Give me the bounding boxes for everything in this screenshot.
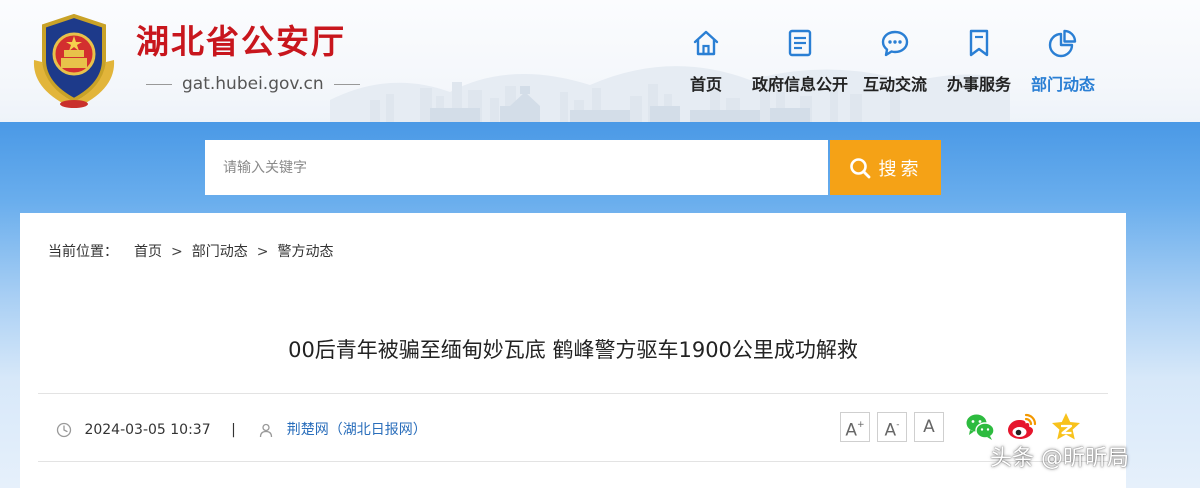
home-icon bbox=[693, 30, 719, 56]
pie-chart-icon bbox=[1048, 29, 1077, 58]
divider bbox=[38, 461, 1108, 462]
domain-right-dash bbox=[333, 83, 360, 85]
weibo-icon bbox=[1008, 413, 1037, 439]
site-domain-text: gat.hubei.gov.cn bbox=[182, 74, 324, 94]
watermark-text: 头条 @昕昕局 bbox=[990, 446, 1129, 471]
wechat-icon bbox=[966, 414, 995, 440]
search-input[interactable] bbox=[205, 140, 828, 195]
nav-item-department-news[interactable]: 部门动态 bbox=[1026, 26, 1100, 106]
user-icon bbox=[260, 423, 273, 438]
font-decrease-button[interactable]: A- bbox=[877, 412, 907, 442]
share-qzone[interactable] bbox=[1050, 411, 1082, 443]
breadcrumb: 当前位置： 首页 > 部门动态 > 警方动态 bbox=[48, 242, 333, 262]
divider bbox=[38, 393, 1108, 394]
plus-mark: + bbox=[857, 420, 865, 430]
chat-icon bbox=[881, 30, 909, 57]
search-button[interactable]: 搜索 bbox=[830, 140, 941, 195]
nav-item-home[interactable]: 首页 bbox=[678, 26, 734, 106]
breadcrumb-lead: 当前位置： bbox=[48, 244, 118, 260]
breadcrumb-home[interactable]: 首页 bbox=[134, 242, 162, 262]
nav-label: 首页 bbox=[689, 75, 722, 94]
share-wechat[interactable] bbox=[964, 411, 996, 443]
nav-item-interaction[interactable]: 互动交流 bbox=[858, 26, 932, 106]
breadcrumb-police-news[interactable]: 警方动态 bbox=[277, 242, 333, 262]
font-increase-label: A bbox=[845, 420, 858, 441]
qzone-icon bbox=[1052, 413, 1080, 440]
nav-item-gov-info[interactable]: 政府信息公开 bbox=[746, 26, 854, 106]
document-icon bbox=[788, 29, 812, 57]
clock-icon bbox=[56, 422, 72, 438]
article-title: 00后青年被骗至缅甸妙瓦底 鹤峰警方驱车1900公里成功解救 bbox=[288, 338, 858, 362]
font-reset-button[interactable]: A bbox=[914, 412, 944, 442]
minus-mark: - bbox=[896, 420, 900, 430]
publish-date: 2024-03-05 10:37 bbox=[84, 422, 211, 438]
breadcrumb-separator: > bbox=[256, 244, 269, 260]
site-header: 湖北省公安厅 gat.hubei.gov.cn 首页 政府信息公开 互动交流 办… bbox=[0, 0, 1200, 122]
article-meta: 2024-03-05 10:37 | 荆楚网（湖北日报网） bbox=[56, 419, 427, 441]
share-weibo[interactable] bbox=[1006, 411, 1038, 443]
search-icon bbox=[849, 157, 870, 178]
font-increase-button[interactable]: A+ bbox=[840, 412, 870, 442]
nav-label: 互动交流 bbox=[862, 75, 927, 94]
nav-label: 政府信息公开 bbox=[751, 75, 848, 94]
nav-label: 部门动态 bbox=[1030, 75, 1095, 94]
search-button-label: 搜索 bbox=[878, 158, 923, 180]
nav-label: 办事服务 bbox=[946, 75, 1011, 94]
site-domain: gat.hubei.gov.cn bbox=[136, 72, 370, 96]
article-card: 当前位置： 首页 > 部门动态 > 警方动态 00后青年被骗至缅甸妙瓦底 鹤峰警方驱车19… bbox=[20, 213, 1126, 488]
site-name[interactable]: 湖北省公安厅 bbox=[136, 20, 346, 64]
font-reset-label: A bbox=[923, 417, 935, 437]
bookmark-icon bbox=[969, 29, 989, 57]
breadcrumb-separator: > bbox=[171, 244, 183, 260]
nav-item-services[interactable]: 办事服务 bbox=[942, 26, 1016, 106]
meta-divider: | bbox=[231, 422, 236, 438]
article-source[interactable]: 荆楚网（湖北日报网） bbox=[287, 419, 427, 441]
font-decrease-label: A bbox=[884, 420, 897, 441]
breadcrumb-department-news[interactable]: 部门动态 bbox=[192, 242, 248, 262]
police-emblem-logo bbox=[33, 14, 115, 108]
domain-left-dash bbox=[146, 83, 172, 85]
